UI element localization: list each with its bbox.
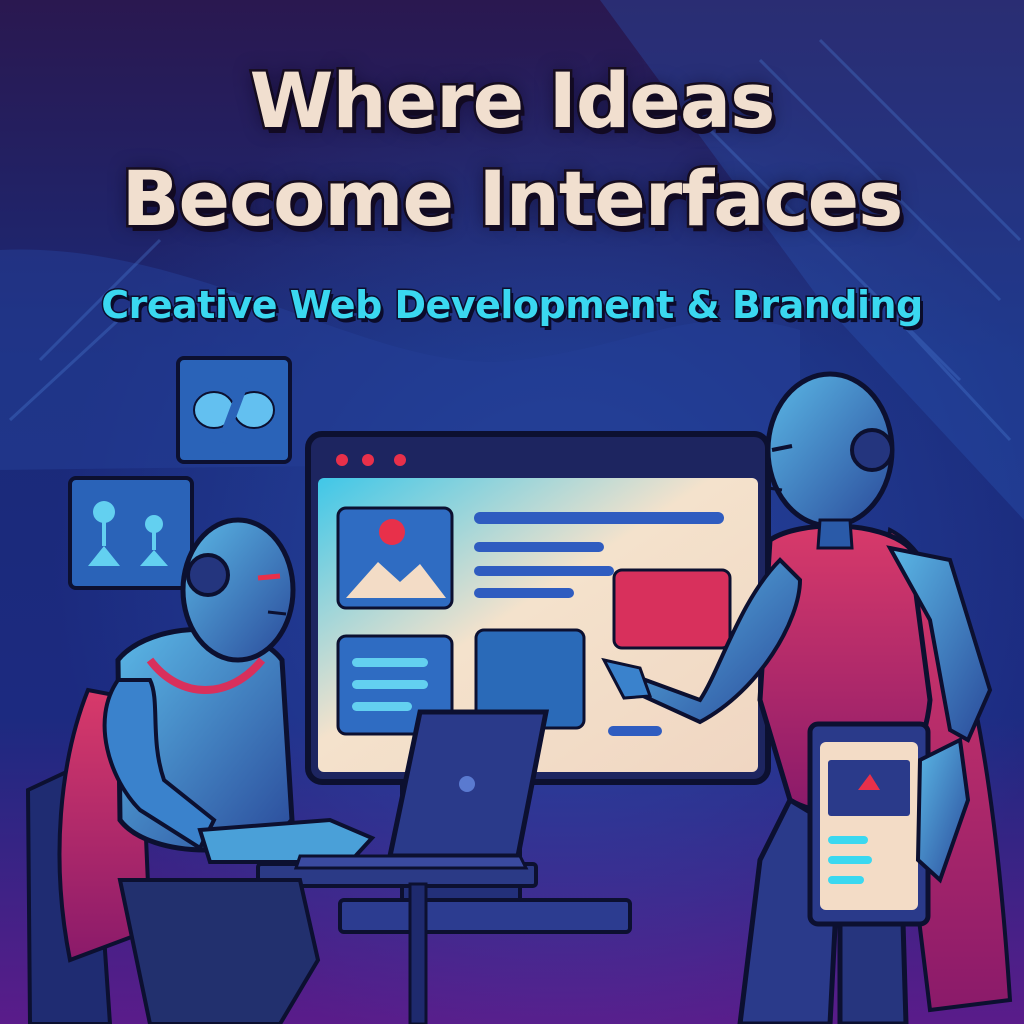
headline: Where Ideas Become Interfaces [0,52,1024,248]
headline-line-1: Where Ideas [247,54,778,148]
headline-line-2: Become Interfaces [119,152,906,246]
poster: Where Ideas Become Interfaces Creative W… [0,0,1024,1024]
code-icon [176,356,292,464]
nodes-icon [68,476,194,590]
tagline: Creative Web Development & Branding [100,282,925,329]
